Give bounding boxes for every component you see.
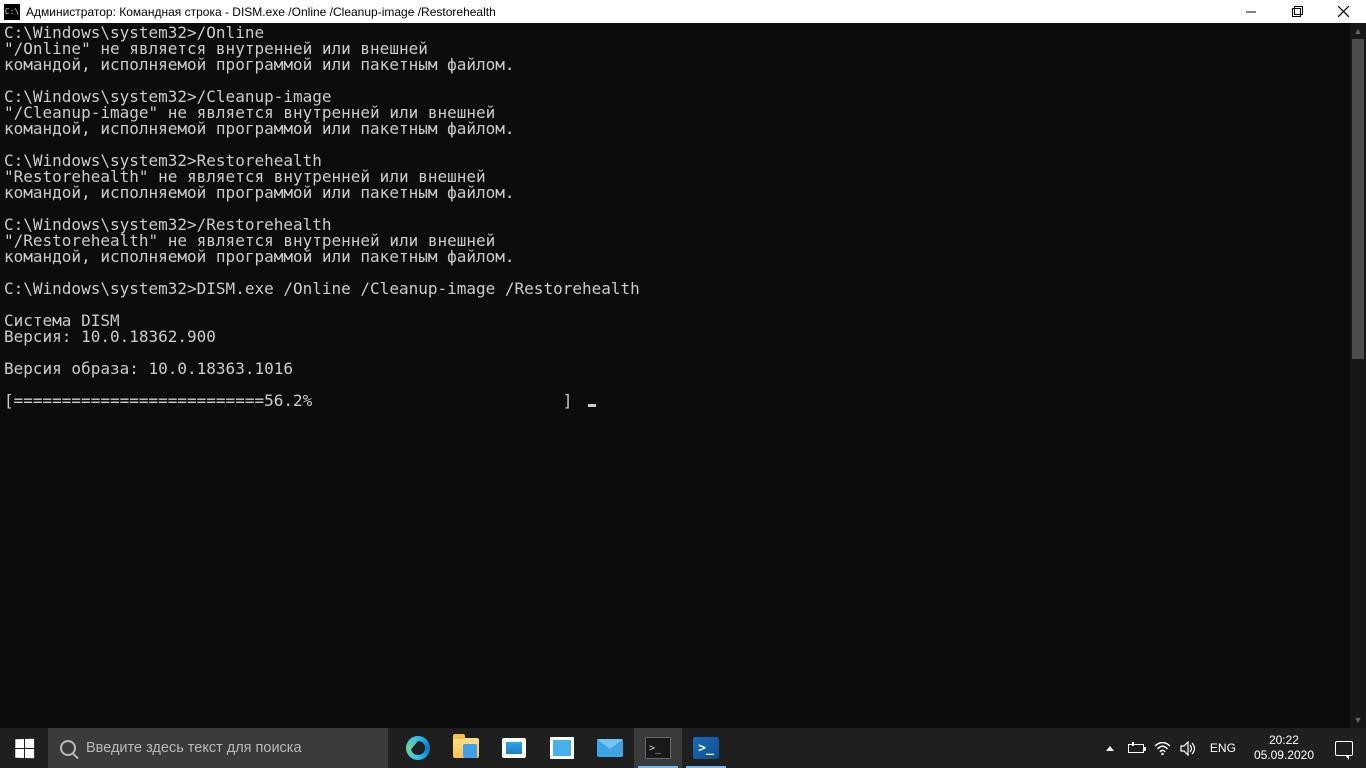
scrollbar-thumb[interactable] [1352,39,1364,359]
window-titlebar: C:\ Администратор: Командная строка - DI… [0,0,1366,23]
tray-volume[interactable] [1180,741,1196,756]
powershell-icon: >_ [693,737,719,759]
system-tray: ENG [1092,728,1246,768]
text-cursor [588,404,596,407]
windows-logo-icon [15,738,34,757]
taskbar: Введите здесь текст для поиска >_ >_ [0,728,1366,768]
cmd-icon: >_ [645,737,671,759]
taskbar-search[interactable]: Введите здесь текст для поиска [48,728,388,768]
folder-icon [453,738,479,758]
taskbar-app-edge[interactable] [394,728,442,768]
clock-date: 05.09.2020 [1254,748,1314,763]
close-button[interactable] [1320,0,1366,23]
tray-notifications[interactable] [1322,728,1366,768]
vertical-scrollbar[interactable]: ▲ ▼ [1350,23,1366,728]
tray-language[interactable]: ENG [1206,741,1240,755]
start-button[interactable] [0,728,48,768]
clock-time: 20:22 [1254,733,1314,748]
tray-overflow-button[interactable] [1102,746,1118,751]
taskbar-apps: >_ >_ [388,728,730,768]
search-icon [60,740,76,756]
taskbar-app-explorer[interactable] [442,728,490,768]
battery-icon [1128,744,1144,753]
volume-icon [1180,741,1196,756]
console-window: C:\Windows\system32>/Online "/Online" не… [0,23,1366,728]
taskbar-app-store[interactable] [490,728,538,768]
maximize-button[interactable] [1274,0,1320,23]
taskbar-app-cmd[interactable]: >_ [634,728,682,768]
console-output[interactable]: C:\Windows\system32>/Online "/Online" не… [0,23,1350,728]
taskbar-app-powershell[interactable]: >_ [682,728,730,768]
tray-wifi[interactable] [1154,742,1170,755]
tray-battery[interactable] [1128,744,1144,753]
search-placeholder: Введите здесь текст для поиска [86,740,302,756]
cmd-app-icon: C:\ [4,4,20,20]
wifi-icon [1154,742,1170,755]
scroll-up-arrow[interactable]: ▲ [1350,23,1366,39]
scroll-down-arrow[interactable]: ▼ [1350,712,1366,728]
edge-icon [406,736,430,760]
tray-clock[interactable]: 20:22 05.09.2020 [1246,728,1322,768]
window-title: Администратор: Командная строка - DISM.e… [26,5,496,19]
notification-icon [1335,741,1353,756]
chevron-up-icon [1106,746,1114,751]
store-icon [502,738,526,758]
taskbar-app-docs[interactable] [538,728,586,768]
taskbar-app-mail[interactable] [586,728,634,768]
mail-icon [597,739,623,757]
docs-icon [550,737,574,759]
minimize-button[interactable] [1228,0,1274,23]
